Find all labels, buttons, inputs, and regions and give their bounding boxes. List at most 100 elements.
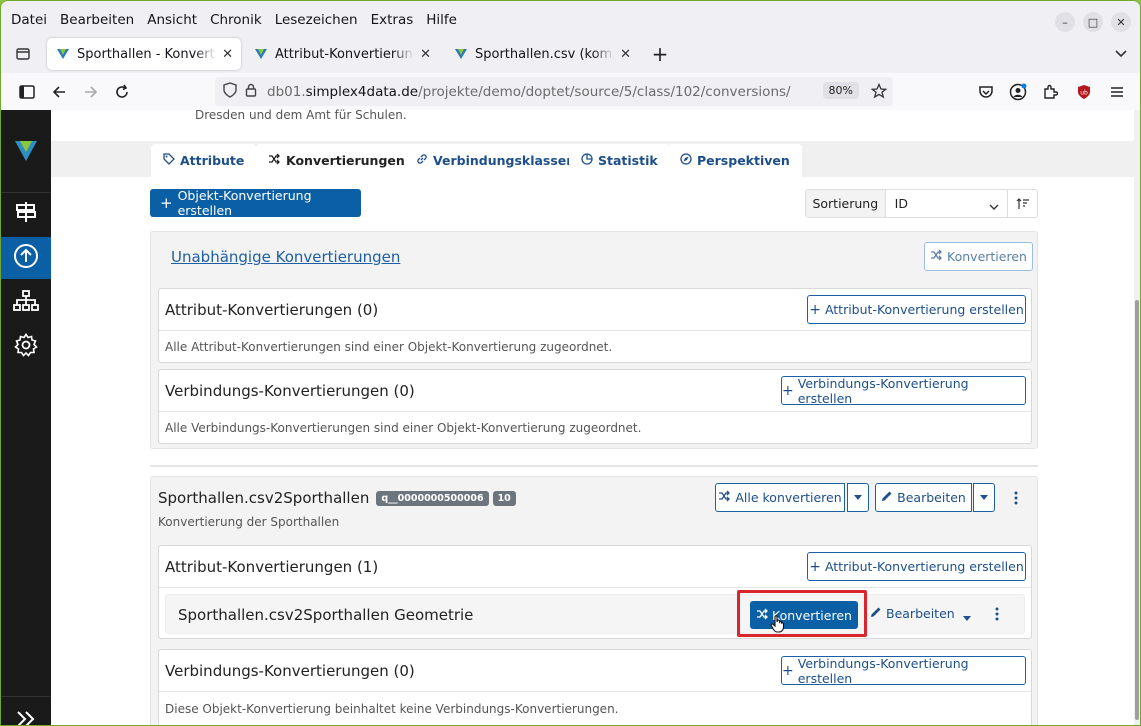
id-badge: q__0000000500006: [376, 490, 489, 506]
compass-icon: [680, 153, 692, 168]
new-tab-icon[interactable]: +: [648, 42, 672, 66]
independent-conn-card: Verbindungs-Konvertierungen (0) + Verbind…: [158, 369, 1032, 444]
app-logo-icon[interactable]: [1, 130, 51, 172]
independent-conversions-panel: Unabhängige Konvertierungen Konvertieren…: [150, 231, 1038, 449]
menu-datei[interactable]: Datei: [11, 12, 47, 28]
attribute-edit-dropdown-icon[interactable]: [963, 611, 971, 626]
convert-attribute-button[interactable]: Konvertieren: [750, 601, 858, 629]
sort-select[interactable]: ID: [886, 190, 1007, 217]
sort-direction-icon[interactable]: [1007, 190, 1037, 217]
zoom-level-badge[interactable]: 80%: [822, 82, 859, 99]
link-icon: [416, 153, 428, 168]
app-viewport: Dresden und dem Amt für Schulen. Attribu…: [1, 108, 1140, 725]
tab-label: Verbindungsklassen: [433, 153, 576, 168]
create-attribute-conversion-button[interactable]: + Attribut-Konvertierung erstellen: [807, 552, 1026, 581]
back-icon[interactable]: [47, 80, 71, 104]
minimize-icon[interactable]: –: [1055, 12, 1075, 32]
extensions-icon[interactable]: [1038, 80, 1062, 104]
menu-bearbeiten[interactable]: Bearbeiten: [60, 12, 134, 28]
ublock-icon[interactable]: ub: [1072, 80, 1096, 104]
tab-label: Perspektiven: [697, 153, 790, 168]
divider: [150, 465, 1038, 467]
tab-label: Attribute: [180, 153, 245, 168]
object-conversion-header: Sporthallen.csv2Sporthallen q__000000050…: [158, 489, 516, 507]
edit-attribute-button[interactable]: Bearbeiten: [870, 606, 955, 621]
reload-icon[interactable]: [110, 80, 134, 104]
maximize-icon[interactable]: □: [1083, 12, 1103, 32]
create-object-conversion-button[interactable]: + Objekt-Konvertierung erstellen: [150, 188, 361, 218]
object-conversion-description: Konvertierung der Sporthallen: [158, 515, 340, 529]
button-label: Alle konvertieren: [735, 490, 842, 505]
app-favicon-icon: [255, 49, 267, 59]
menu-chronik[interactable]: Chronik: [210, 12, 262, 28]
button-label: Bearbeiten: [897, 490, 966, 505]
edit-object-conversion-button[interactable]: Bearbeiten: [875, 483, 972, 512]
button-label: Verbindungs-Konvertierung erstellen: [797, 655, 969, 686]
tab-konvertierungen[interactable]: Konvertierungen: [256, 144, 417, 177]
tracking-shield-icon[interactable]: [223, 81, 237, 102]
close-tab-icon[interactable]: ✕: [420, 47, 431, 62]
list-tabs-icon[interactable]: [1109, 42, 1133, 66]
plus-icon: +: [809, 301, 821, 318]
forward-icon[interactable]: [79, 80, 103, 104]
sidebar-item-sources[interactable]: [1, 193, 51, 235]
app-menu-icon[interactable]: [1105, 80, 1129, 104]
tab-perspektiven[interactable]: Perspektiven: [668, 144, 802, 177]
menu-lesezeichen[interactable]: Lesezeichen: [275, 12, 358, 28]
create-attribute-conversion-button[interactable]: + Attribut-Konvertierung erstellen: [807, 295, 1026, 324]
attribute-more-options-icon[interactable]: [995, 607, 999, 625]
card-body-text: Diese Objekt-Konvertierung beinhaltet ke…: [165, 702, 619, 716]
close-window-icon[interactable]: ✕: [1111, 12, 1131, 32]
close-tab-icon[interactable]: ✕: [222, 47, 233, 62]
svg-text:ub: ub: [1080, 90, 1088, 97]
menu-hilfe[interactable]: Hilfe: [426, 12, 457, 28]
pocket-icon[interactable]: [974, 80, 998, 104]
sidebar-toggle-icon[interactable]: [15, 80, 39, 104]
scrollbar-thumb[interactable]: [1135, 300, 1139, 720]
close-tab-icon[interactable]: ✕: [620, 47, 631, 62]
object-conversion-title: Sporthallen.csv2Sporthallen: [158, 489, 370, 507]
tab-verbindungsklassen[interactable]: Verbindungsklassen: [404, 144, 588, 177]
sidebar-item-upload[interactable]: [1, 237, 51, 279]
tag-icon: [163, 153, 175, 168]
convert-all-button[interactable]: Alle konvertieren: [715, 483, 845, 512]
object-conversion-panel: Sporthallen.csv2Sporthallen q__000000050…: [150, 476, 1038, 725]
bookmark-star-icon[interactable]: [870, 82, 888, 103]
browser-tab-2[interactable]: Sporthallen.csv (komplett) ✕: [445, 38, 639, 70]
account-icon[interactable]: [1006, 80, 1030, 104]
tab-title: Sporthallen - Konvertierungen: [77, 46, 216, 62]
browser-tab-0[interactable]: Sporthallen - Konvertierungen ✕: [47, 38, 241, 70]
shuffle-icon: [268, 153, 281, 168]
tab-overview-icon[interactable]: [11, 42, 35, 66]
sidebar-item-settings[interactable]: [1, 326, 51, 368]
tab-label: Konvertierungen: [286, 153, 405, 168]
url-bar[interactable]: db01. simplex4data.de/projekte/demo/dopte…: [215, 77, 893, 106]
page-scrollbar[interactable]: [1134, 110, 1140, 725]
main-content: Dresden und dem Amt für Schulen. Attribu…: [51, 108, 1134, 725]
convert-all-dropdown-icon[interactable]: [847, 483, 869, 512]
independent-convert-button[interactable]: Konvertieren: [924, 242, 1033, 271]
attribute-conversion-item: Sporthallen.csv2Sporthallen Geometrie Ko…: [165, 590, 1025, 637]
tab-statistik[interactable]: Statistik: [569, 144, 670, 177]
button-label: Konvertieren: [947, 249, 1027, 264]
create-connection-conversion-button[interactable]: + Verbindungs-Konvertierung erstellen: [781, 655, 1026, 686]
more-options-icon[interactable]: [1009, 489, 1023, 507]
menu-ansicht[interactable]: Ansicht: [147, 12, 197, 28]
sidebar-expand-icon[interactable]: [1, 698, 51, 725]
url-host: simplex4data.de: [305, 83, 419, 100]
app-favicon-icon: [57, 49, 69, 59]
tab-attribute[interactable]: Attribute: [151, 144, 257, 177]
create-connection-conversion-button[interactable]: + Verbindungs-Konvertierung erstellen: [781, 376, 1026, 406]
menu-extras[interactable]: Extras: [371, 12, 414, 28]
independent-title-link[interactable]: Unabhängige Konvertierungen: [171, 248, 400, 266]
tab-title: Attribut-Konvertierung 4: [275, 46, 415, 62]
sidebar-item-structure[interactable]: [1, 282, 51, 324]
button-label: Attribut-Konvertierung erstellen: [824, 302, 1024, 317]
edit-dropdown-icon[interactable]: [973, 483, 995, 512]
page-subtitle: Dresden und dem Amt für Schulen.: [195, 108, 407, 122]
attribute-conversion-name: Sporthallen.csv2Sporthallen Geometrie: [178, 606, 474, 624]
plus-icon: +: [782, 382, 794, 399]
browser-tab-1[interactable]: Attribut-Konvertierung 4 ✕: [245, 38, 439, 70]
lock-icon[interactable]: [245, 83, 257, 101]
app-favicon-icon: [455, 49, 467, 59]
